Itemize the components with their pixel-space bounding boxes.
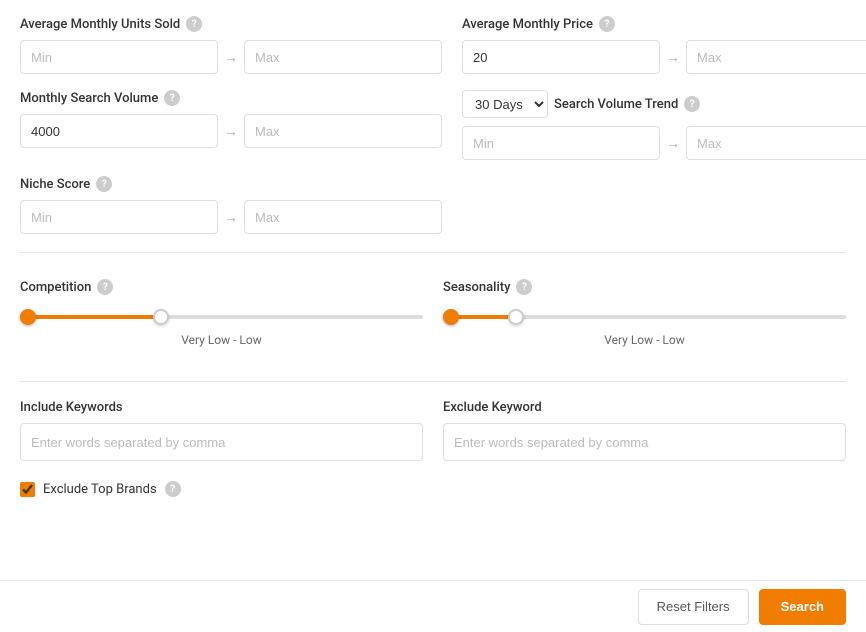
exclude-brands-checkbox[interactable] xyxy=(20,482,35,497)
monthly-search-volume-max[interactable] xyxy=(244,114,442,148)
seasonality-thumb-left[interactable] xyxy=(443,309,459,325)
bottom-bar: Reset Filters Search xyxy=(0,580,866,632)
avg-monthly-units-label: Average Monthly Units Sold ? xyxy=(20,16,442,32)
niche-score-group: Niche Score ? → xyxy=(20,176,423,234)
monthly-search-volume-min[interactable] xyxy=(20,114,218,148)
niche-score-inputs: → xyxy=(20,200,423,234)
avg-monthly-price-label: Average Monthly Price ? xyxy=(462,16,866,32)
exclude-keyword-input[interactable] xyxy=(443,423,846,461)
avg-monthly-price-group: Average Monthly Price ? → xyxy=(462,16,866,74)
monthly-search-volume-help-icon[interactable]: ? xyxy=(164,90,180,106)
avg-monthly-units-max[interactable] xyxy=(244,40,442,74)
trend-days-dropdown[interactable]: 30 Days 7 Days 90 Days xyxy=(462,90,548,118)
keywords-section: Include Keywords Exclude Keyword xyxy=(20,400,846,461)
competition-label: Competition ? xyxy=(20,279,423,295)
reset-filters-button[interactable]: Reset Filters xyxy=(638,589,749,625)
search-volume-trend-inputs: → xyxy=(462,126,866,160)
competition-thumb-right[interactable] xyxy=(153,309,169,325)
include-keywords-group: Include Keywords xyxy=(20,400,423,461)
include-keywords-input[interactable] xyxy=(20,423,423,461)
seasonality-slider-wrapper[interactable] xyxy=(443,307,846,327)
monthly-search-volume-inputs: → xyxy=(20,114,442,148)
row-search-volume: Monthly Search Volume ? → 30 Days 7 Days… xyxy=(20,90,846,160)
avg-monthly-price-min[interactable] xyxy=(462,40,660,74)
divider-1 xyxy=(20,252,846,253)
seasonality-label: Seasonality ? xyxy=(443,279,846,295)
exclude-brands-help-icon[interactable]: ? xyxy=(165,481,181,497)
avg-monthly-units-min[interactable] xyxy=(20,40,218,74)
search-volume-trend-group: 30 Days 7 Days 90 Days Search Volume Tre… xyxy=(462,90,866,160)
sliders-section: Competition ? Very Low - Low Seasonality… xyxy=(20,271,846,363)
avg-monthly-price-max[interactable] xyxy=(686,40,866,74)
competition-thumb-left[interactable] xyxy=(20,309,36,325)
exclude-brands-label[interactable]: Exclude Top Brands xyxy=(43,482,157,497)
niche-score-min[interactable] xyxy=(20,200,218,234)
exclude-keyword-label: Exclude Keyword xyxy=(443,400,846,415)
search-volume-trend-help-icon[interactable]: ? xyxy=(684,96,700,112)
filter-panel: Average Monthly Units Sold ? → Average M… xyxy=(0,0,866,632)
exclude-keyword-group: Exclude Keyword xyxy=(443,400,846,461)
competition-slider-wrapper[interactable] xyxy=(20,307,423,327)
competition-help-icon[interactable]: ? xyxy=(97,279,113,295)
row-niche-score: Niche Score ? → xyxy=(20,176,846,234)
search-volume-trend-min[interactable] xyxy=(462,126,660,160)
row-units-price: Average Monthly Units Sold ? → Average M… xyxy=(20,16,846,74)
niche-score-help-icon[interactable]: ? xyxy=(96,176,112,192)
arrow-sep-1: → xyxy=(224,49,238,66)
search-volume-trend-max[interactable] xyxy=(686,126,866,160)
seasonality-value-label: Very Low - Low xyxy=(443,333,846,347)
arrow-sep-5: → xyxy=(224,209,238,226)
seasonality-thumb-right[interactable] xyxy=(508,309,524,325)
competition-value-label: Very Low - Low xyxy=(20,333,423,347)
avg-monthly-units-inputs: → xyxy=(20,40,442,74)
monthly-search-volume-label: Monthly Search Volume ? xyxy=(20,90,442,106)
include-keywords-label: Include Keywords xyxy=(20,400,423,415)
seasonality-help-icon[interactable]: ? xyxy=(516,279,532,295)
search-volume-trend-label: 30 Days 7 Days 90 Days Search Volume Tre… xyxy=(462,90,866,118)
avg-monthly-price-help-icon[interactable]: ? xyxy=(599,16,615,32)
competition-slider-group: Competition ? Very Low - Low xyxy=(20,279,423,347)
monthly-search-volume-group: Monthly Search Volume ? → xyxy=(20,90,442,148)
arrow-sep-4: → xyxy=(666,135,680,152)
arrow-sep-2: → xyxy=(666,49,680,66)
search-button[interactable]: Search xyxy=(759,589,846,625)
avg-monthly-units-group: Average Monthly Units Sold ? → xyxy=(20,16,442,74)
avg-monthly-units-help-icon[interactable]: ? xyxy=(186,16,202,32)
competition-fill xyxy=(20,315,161,319)
arrow-sep-3: → xyxy=(224,123,238,140)
niche-score-label: Niche Score ? xyxy=(20,176,423,192)
divider-2 xyxy=(20,381,846,382)
slider-row: Competition ? Very Low - Low Seasonality… xyxy=(20,279,846,347)
niche-score-max[interactable] xyxy=(244,200,442,234)
seasonality-slider-group: Seasonality ? Very Low - Low xyxy=(443,279,846,347)
avg-monthly-price-inputs: → xyxy=(462,40,866,74)
keywords-row: Include Keywords Exclude Keyword xyxy=(20,400,846,461)
exclude-brands-row: Exclude Top Brands ? xyxy=(20,481,846,497)
